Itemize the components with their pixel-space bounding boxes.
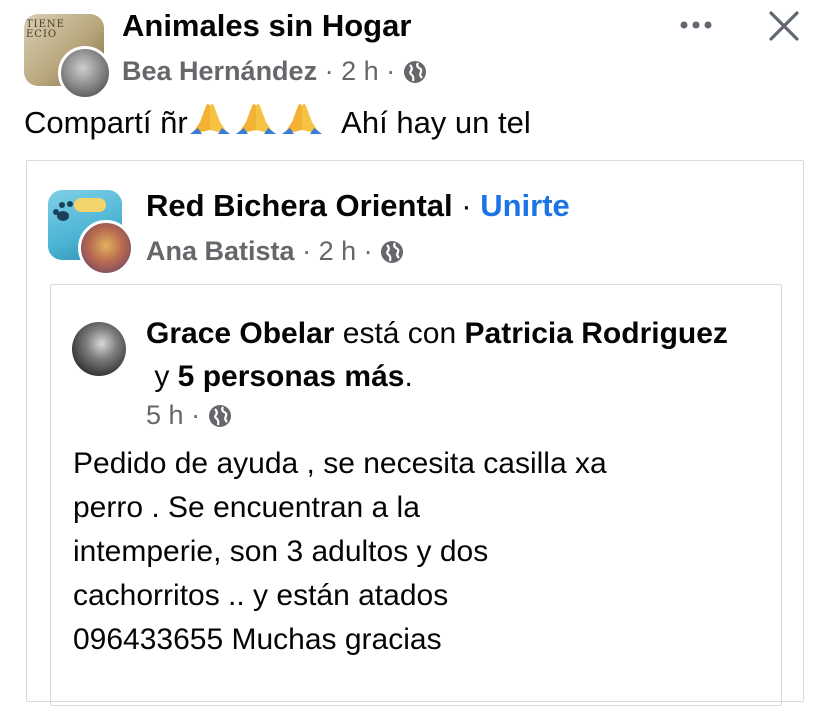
folded-hands-icon <box>189 104 230 134</box>
more-options-button[interactable] <box>678 10 718 40</box>
folded-hands-icon <box>235 104 276 134</box>
others-link[interactable]: 5 personas más <box>178 360 405 393</box>
with-text: está con <box>334 317 465 350</box>
tagged-person[interactable]: Patricia Rodriguez <box>465 317 728 350</box>
poster-name[interactable]: Bea Hernández <box>122 56 317 86</box>
post-meta: Bea Hernández · 2 h · <box>122 56 427 91</box>
emoji-group <box>188 104 326 140</box>
original-meta: 5 h · <box>146 400 232 435</box>
post-text: Compartí ñr Ahí hay un tel <box>24 100 531 141</box>
post-text-end: Ahí hay un tel <box>325 105 531 140</box>
shared-post-time[interactable]: 2 h <box>319 236 357 266</box>
close-icon <box>769 11 799 41</box>
meta-separator-2: · <box>386 56 396 86</box>
shared-separator: · <box>461 188 472 223</box>
original-author-avatar[interactable] <box>72 322 126 376</box>
meta-separator: · <box>324 56 334 86</box>
more-horizontal-icon <box>680 21 712 29</box>
folded-hands-icon <box>281 104 322 134</box>
shared-meta: Ana Batista · 2 h · <box>146 236 404 271</box>
post-text-start: Compartí ñr <box>24 105 188 140</box>
shared-poster-avatar[interactable] <box>78 220 134 276</box>
globe-icon <box>208 404 232 435</box>
shared-group-header: Red Bichera Oriental · Unirte <box>146 188 570 224</box>
original-post-time[interactable]: 5 h <box>146 400 184 430</box>
group-name[interactable]: Animales sin Hogar <box>122 8 411 44</box>
join-group-link[interactable]: Unirte <box>480 188 570 223</box>
header-period: . <box>404 360 413 393</box>
group-logo-text: TIENE ECIO <box>26 19 65 40</box>
shared-meta-separator-2: · <box>363 236 373 266</box>
shared-group-name[interactable]: Red Bichera Oriental <box>146 188 453 223</box>
post-time[interactable]: 2 h <box>341 56 379 86</box>
original-meta-separator: · <box>191 400 201 430</box>
shared-poster-name[interactable]: Ana Batista <box>146 236 295 266</box>
globe-icon <box>380 240 404 271</box>
shared-meta-separator: · <box>302 236 312 266</box>
and-text: y <box>146 360 178 393</box>
poster-avatar[interactable] <box>58 46 112 100</box>
original-post-body: Pedido de ayuda , se necesita casilla xa… <box>73 447 607 656</box>
close-button[interactable] <box>766 8 802 44</box>
original-post-header: Grace Obelar está con Patricia Rodriguez… <box>146 312 766 398</box>
original-author-name[interactable]: Grace Obelar <box>146 317 334 350</box>
globe-icon <box>403 60 427 91</box>
